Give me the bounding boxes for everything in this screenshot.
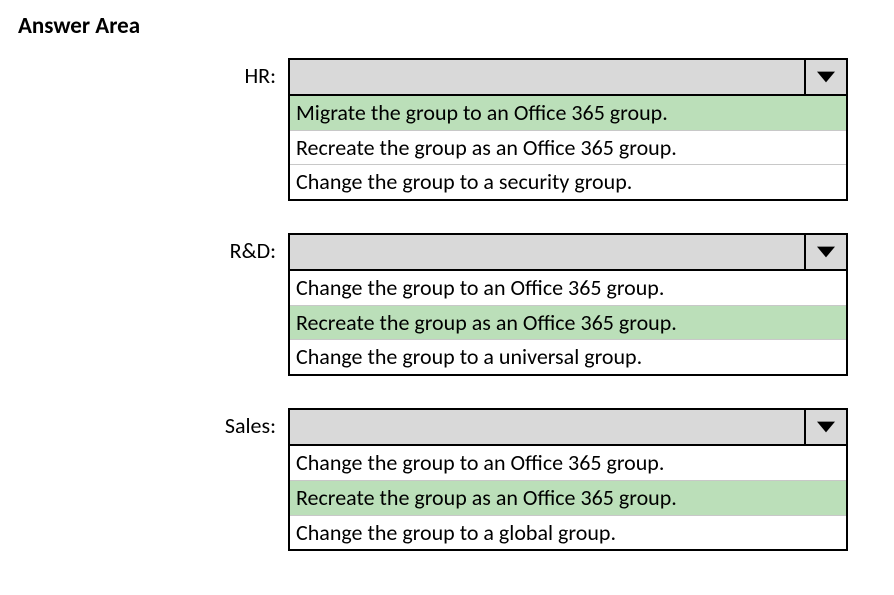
answer-row: HR:Migrate the group to an Office 365 gr… <box>18 58 876 201</box>
row-label: Sales: <box>18 408 288 439</box>
dropdown-select[interactable] <box>288 233 848 271</box>
dropdown-option[interactable]: Change the group to a security group. <box>290 165 846 199</box>
dropdown-option[interactable]: Change the group to a universal group. <box>290 340 846 374</box>
dropdown-option[interactable]: Recreate the group as an Office 365 grou… <box>290 306 846 341</box>
chevron-down-icon[interactable] <box>804 410 846 444</box>
dropdown-options: Change the group to an Office 365 group.… <box>288 271 848 376</box>
dropdown-options: Change the group to an Office 365 group.… <box>288 446 848 551</box>
dropdown-option[interactable]: Recreate the group as an Office 365 grou… <box>290 481 846 516</box>
dropdown-option[interactable]: Migrate the group to an Office 365 group… <box>290 96 846 131</box>
row-label: HR: <box>18 58 288 89</box>
dropdown-option[interactable]: Recreate the group as an Office 365 grou… <box>290 131 846 166</box>
dropdown-block: Migrate the group to an Office 365 group… <box>288 58 848 201</box>
dropdown-block: Change the group to an Office 365 group.… <box>288 408 848 551</box>
dropdown-option[interactable]: Change the group to an Office 365 group. <box>290 446 846 481</box>
chevron-down-icon[interactable] <box>804 60 846 94</box>
dropdown-block: Change the group to an Office 365 group.… <box>288 233 848 376</box>
row-label: R&D: <box>18 233 288 264</box>
dropdown-options: Migrate the group to an Office 365 group… <box>288 96 848 201</box>
answer-row: Sales:Change the group to an Office 365 … <box>18 408 876 551</box>
dropdown-option[interactable]: Change the group to a global group. <box>290 516 846 550</box>
dropdown-select[interactable] <box>288 58 848 96</box>
dropdown-option[interactable]: Change the group to an Office 365 group. <box>290 271 846 306</box>
page-title: Answer Area <box>18 12 876 40</box>
answer-row: R&D:Change the group to an Office 365 gr… <box>18 233 876 376</box>
dropdown-select[interactable] <box>288 408 848 446</box>
chevron-down-icon[interactable] <box>804 235 846 269</box>
